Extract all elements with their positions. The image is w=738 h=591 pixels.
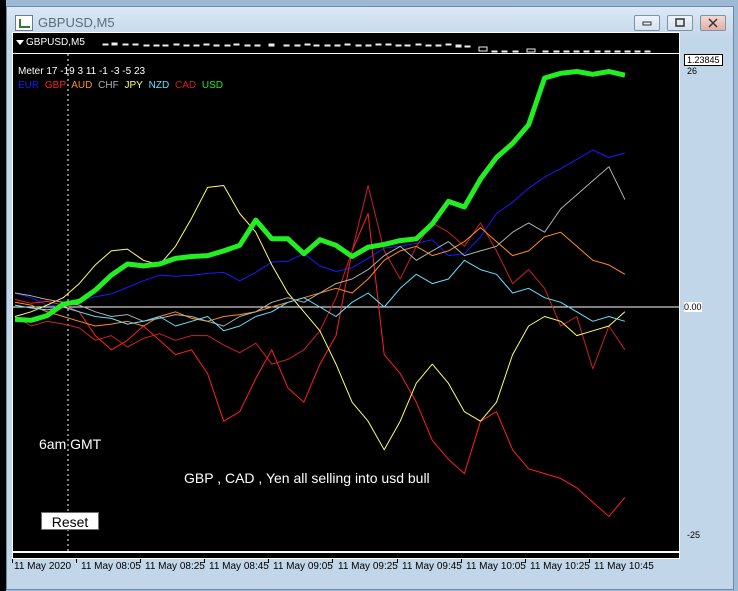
legend-gbp: GBP (44, 80, 67, 91)
legend-eur: EUR (18, 80, 40, 91)
time-tick (332, 559, 333, 563)
legend-cad: CAD (174, 80, 197, 91)
time-label: 11 May 08:45 (209, 561, 269, 572)
time-tick (76, 559, 77, 563)
session-annotation: 6am GMT (39, 436, 102, 452)
symbol-header: GBPUSD,M5 (13, 33, 679, 54)
time-label: 11 May 2020 (14, 561, 72, 572)
time-label: 11 May 08:05 (81, 561, 141, 572)
legend-aud: AUD (71, 80, 93, 91)
chart-area[interactable]: GBPUSD,M5 Meter 17 -19 3 11 -1 -3 -5 23 … (12, 32, 680, 552)
time-tick (140, 559, 141, 563)
scale-zero-label: 0.00 (684, 302, 702, 312)
time-label: 11 May 09:45 (402, 561, 462, 572)
restore-button[interactable] (667, 15, 693, 31)
window-title: GBPUSD,M5 (38, 15, 115, 30)
time-tick (12, 559, 13, 563)
close-button[interactable] (700, 15, 726, 31)
meter-readout: Meter 17 -19 3 11 -1 -3 -5 23 (18, 66, 146, 77)
price-scale: 1.23845 26 0.00 -25 (679, 32, 725, 552)
current-price-label: 1.23845 (684, 54, 723, 66)
time-tick (589, 559, 590, 563)
legend-chf: CHF (98, 80, 119, 91)
time-tick (204, 559, 205, 563)
time-tick (397, 559, 398, 563)
sub-window-pane (12, 552, 680, 559)
time-tick (461, 559, 462, 563)
scale-top-label: 26 (687, 66, 698, 76)
time-tick (268, 559, 269, 563)
time-label: 11 May 09:05 (273, 561, 333, 572)
scale-bottom-label: -25 (687, 530, 701, 540)
minimize-button[interactable] (634, 15, 660, 31)
series-line-nzd (14, 259, 626, 332)
series-line-usd (14, 69, 626, 323)
close-icon (708, 18, 718, 28)
price-candles (102, 42, 651, 53)
reset-button[interactable]: Reset (41, 512, 99, 530)
time-label: 11 May 10:05 (466, 561, 526, 572)
legend-nzd: NZD (148, 80, 170, 91)
legend-usd: USD (201, 80, 224, 91)
time-axis: 11 May 2020 11 May 08:05 11 May 08:25 11… (12, 559, 678, 577)
minimize-icon (642, 21, 652, 26)
time-label: 11 May 10:25 (530, 561, 590, 572)
time-label: 11 May 08:25 (145, 561, 205, 572)
legend-jpy: JPY (124, 80, 143, 91)
time-tick (525, 559, 526, 563)
time-label: 11 May 09:25 (338, 561, 398, 572)
time-label: 11 May 10:45 (594, 561, 654, 572)
note-annotation: GBP , CAD , Yen all selling into usd bul… (184, 470, 430, 486)
chart-app-icon (15, 15, 33, 31)
currency-legend: EUR GBP AUD CHF JPY NZD CAD USD (18, 80, 226, 91)
restore-icon (675, 18, 685, 27)
series-layer (14, 69, 626, 517)
